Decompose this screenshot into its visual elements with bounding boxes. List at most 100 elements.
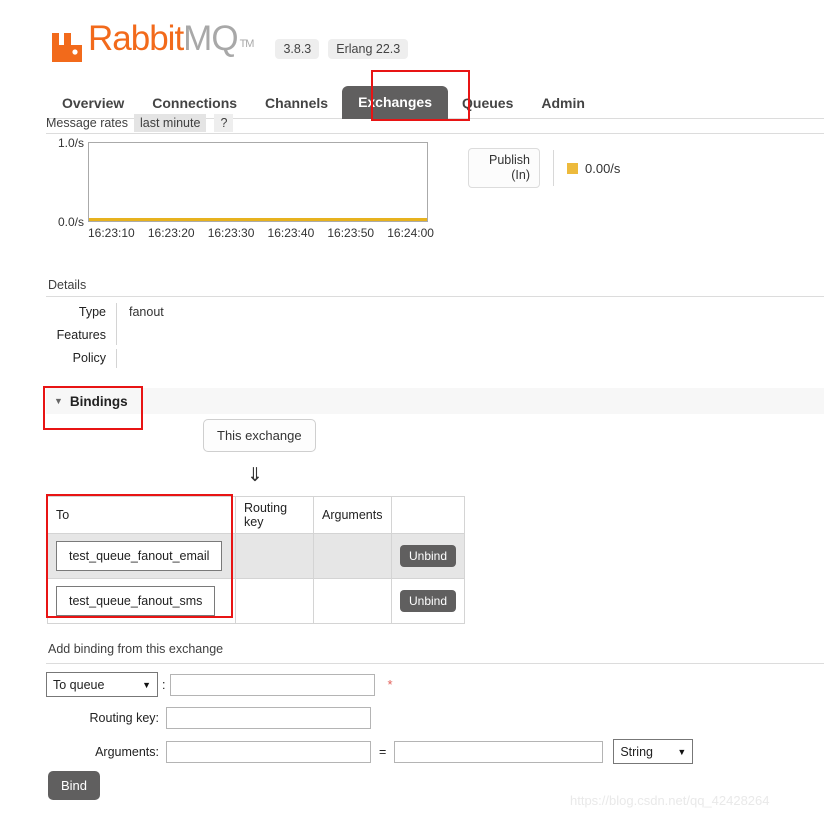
app-header: RabbitMQ TM 3.8.3 Erlang 22.3: [50, 19, 417, 64]
details-value-type: fanout: [116, 303, 276, 326]
form-row-arguments: Arguments: = String ▼: [46, 739, 694, 764]
destination-name-input[interactable]: [170, 673, 376, 696]
details-row-features: Features: [46, 326, 276, 349]
bindings-col-arguments: Arguments: [313, 496, 392, 534]
queue-link-test-queue-fanout-email[interactable]: test_queue_fanout_email: [56, 541, 223, 571]
y-tick-min: 0.0/s: [57, 215, 84, 229]
message-rates-label: Message rates: [46, 116, 128, 130]
legend-color-swatch-icon: [567, 162, 578, 174]
table-row: test_queue_fanout_email Unbind: [47, 533, 466, 579]
legend-value-group: 0.00/s: [567, 161, 620, 176]
form-row-routing-key: Routing key:: [46, 707, 693, 729]
erlang-version-badge: Erlang 22.3: [328, 39, 409, 59]
binding-to-cell: test_queue_fanout_email: [47, 533, 236, 579]
x-tick-3: 16:23:40: [267, 226, 315, 240]
binding-arguments-cell: [313, 533, 392, 579]
details-key-type: Type: [78, 305, 106, 319]
trademark-mark: TM: [239, 38, 255, 50]
chart-plot-area: [88, 142, 428, 222]
equals-sign: =: [379, 744, 387, 759]
message-rates-bar: Message rates last minute ?: [46, 114, 234, 132]
bindings-col-routing-key: Routing key: [235, 496, 314, 534]
details-row-policy: Policy: [46, 349, 276, 372]
x-tick-2: 16:23:30: [207, 226, 255, 240]
rates-divider: [46, 133, 824, 134]
routing-key-label: Routing key:: [89, 711, 159, 725]
brand-name-primary: Rabbit: [88, 19, 184, 58]
chart-y-axis: 1.0/s 0.0/s: [46, 136, 88, 229]
chevron-down-icon: ▼: [677, 746, 687, 757]
argument-type-value: String: [620, 744, 653, 759]
routing-key-input[interactable]: [166, 707, 371, 729]
x-tick-0: 16:23:10: [88, 226, 135, 240]
bindings-col-to: To: [47, 496, 236, 534]
details-value-features: [116, 326, 276, 345]
bindings-col-actions: [390, 496, 466, 534]
destination-colon: :: [162, 677, 166, 692]
message-rates-chart: 1.0/s 0.0/s 16:23:10 16:23:20 16:23:30 1…: [46, 136, 434, 240]
bindings-section-header[interactable]: ▼ Bindings: [46, 388, 824, 414]
legend-series-name[interactable]: Publish (In): [468, 148, 540, 188]
chart-x-axis: 16:23:10 16:23:20 16:23:30 16:23:40 16:2…: [88, 226, 434, 240]
binding-routing-key-cell: [235, 578, 314, 624]
bind-submit-button[interactable]: Bind: [48, 771, 101, 800]
bindings-heading: Bindings: [69, 393, 128, 409]
version-badges: 3.8.3 Erlang 22.3: [275, 39, 417, 59]
form-row-destination: To queue ▼ : *: [46, 672, 693, 697]
rabbitmq-logo-icon: [52, 33, 82, 62]
tab-admin[interactable]: Admin: [527, 89, 599, 119]
watermark-text: https://blog.csdn.net/qq_42428264: [570, 793, 770, 808]
legend-separator: [553, 150, 554, 186]
rates-period-chip[interactable]: last minute: [133, 114, 207, 132]
flow-arrow-down-icon: ⇓: [247, 465, 263, 486]
legend-series-name-line2: (In): [511, 168, 530, 182]
table-row: test_queue_fanout_sms Unbind: [47, 578, 466, 624]
bindings-table: To Routing key Arguments test_queue_fano…: [47, 496, 466, 624]
add-binding-heading: Add binding from this exchange: [48, 642, 224, 656]
argument-type-select[interactable]: String ▼: [613, 739, 694, 764]
tab-queues[interactable]: Queues: [448, 89, 527, 119]
y-tick-max: 1.0/s: [57, 136, 84, 150]
destination-type-value: To queue: [53, 677, 105, 692]
details-row-type: Type fanout: [46, 303, 276, 326]
details-key-policy: Policy: [72, 351, 106, 365]
binding-routing-key-cell: [235, 533, 314, 579]
argument-value-input[interactable]: [394, 740, 604, 763]
details-table: Type fanout Features Policy: [46, 303, 276, 372]
brand-wordmark: RabbitMQ TM: [88, 19, 255, 64]
rabbitmq-management-page: RabbitMQ TM 3.8.3 Erlang 22.3 Overview Co…: [0, 0, 824, 820]
details-value-policy: [116, 349, 276, 368]
x-tick-5: 16:24:00: [387, 226, 434, 240]
argument-key-input[interactable]: [166, 740, 371, 763]
details-heading: Details: [48, 278, 87, 292]
bindings-table-header-row: To Routing key Arguments: [47, 496, 466, 534]
legend-series-name-line1: Publish: [489, 153, 530, 167]
this-exchange-box: This exchange: [203, 419, 316, 452]
chart-legend: Publish (In) 0.00/s: [468, 148, 620, 188]
tab-channels[interactable]: Channels: [251, 89, 342, 119]
chevron-down-icon: ▼: [142, 679, 151, 690]
destination-type-select[interactable]: To queue ▼: [46, 672, 158, 697]
add-binding-divider: [46, 663, 824, 664]
unbind-button[interactable]: Unbind: [400, 590, 457, 612]
x-tick-4: 16:23:50: [327, 226, 375, 240]
binding-action-cell: Unbind: [390, 578, 466, 624]
binding-arguments-cell: [313, 578, 392, 624]
unbind-button[interactable]: Unbind: [400, 545, 457, 567]
series-publish-in-line: [89, 218, 427, 221]
x-tick-1: 16:23:20: [147, 226, 195, 240]
binding-to-cell: test_queue_fanout_sms: [47, 578, 236, 624]
queue-link-test-queue-fanout-sms[interactable]: test_queue_fanout_sms: [56, 586, 216, 616]
legend-current-rate: 0.00/s: [585, 160, 621, 176]
brand-name-secondary: MQ: [183, 19, 238, 58]
server-version-badge: 3.8.3: [275, 39, 320, 59]
details-divider: [46, 296, 824, 297]
binding-action-cell: Unbind: [390, 533, 466, 579]
tab-exchanges[interactable]: Exchanges: [342, 86, 448, 119]
arguments-label: Arguments:: [95, 744, 159, 759]
chevron-down-icon: ▼: [54, 396, 63, 406]
add-binding-form: To queue ▼ : * Routing key: Arguments: =…: [46, 672, 694, 774]
required-marker: *: [387, 677, 393, 692]
details-key-features: Features: [56, 328, 106, 342]
rates-help-icon[interactable]: ?: [214, 114, 234, 132]
